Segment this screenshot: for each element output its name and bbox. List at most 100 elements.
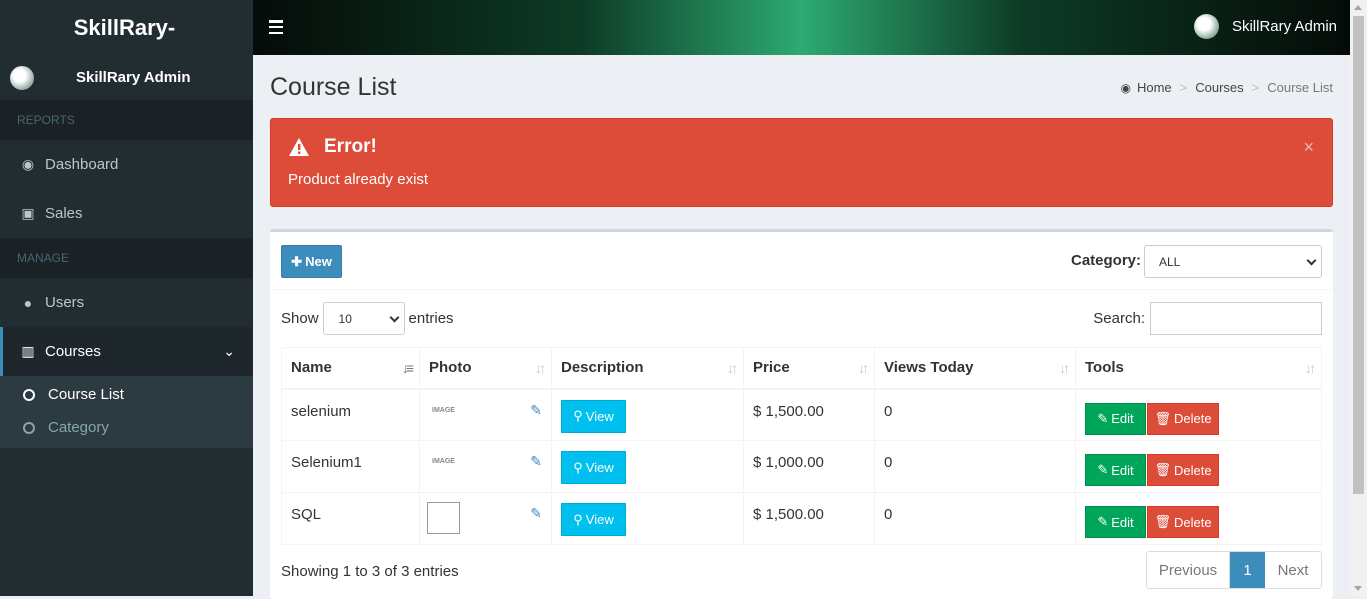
sort-icon: ↓↑	[727, 360, 738, 376]
app-logo[interactable]: SkillRary-	[0, 0, 253, 55]
breadcrumb-separator: >	[1179, 80, 1188, 95]
sidebar-subitem-category[interactable]: Category	[0, 411, 253, 444]
sort-icon: ↓↑	[858, 360, 869, 376]
chevron-down-icon	[1306, 255, 1317, 266]
breadcrumb-courses[interactable]: Courses	[1195, 80, 1243, 95]
main-content: Course List ◉ Home > Courses > Course Li…	[253, 55, 1350, 599]
sidebar-subitem-label: Category	[48, 419, 109, 436]
courses-submenu: Course List Category	[0, 376, 253, 448]
top-user-name: SkillRary Admin	[1231, 18, 1337, 35]
course-table: Name ↓≡ Photo ↓↑ Description ↓↑ Price ↓↑ Vie…	[281, 347, 1322, 545]
cell-views: 0	[874, 492, 1076, 545]
next-button[interactable]: Next	[1265, 552, 1321, 588]
view-button[interactable]: ⚲ View	[561, 503, 626, 536]
new-course-button[interactable]: ✚ New	[281, 245, 342, 278]
sort-asc-icon: ↓≡	[401, 360, 414, 376]
search-label: Search:	[1093, 310, 1145, 327]
sidebar-item-label: Users	[45, 294, 85, 311]
cell-tools: ✎ Edit 🗑 Delete	[1075, 440, 1322, 493]
barcode-icon: ▥	[21, 343, 35, 359]
warning-icon	[289, 138, 309, 156]
edit-photo-icon[interactable]: ✎	[530, 453, 542, 470]
page-1-button[interactable]: 1	[1230, 552, 1265, 588]
cell-photo: IMAGE ✎	[419, 440, 552, 493]
table-row: SQL ✎ ⚲ View $ 1,500.00 0 ✎ Edit 🗑 Delete	[281, 492, 1322, 545]
alert-title-row: Error!	[288, 136, 377, 158]
column-header-views[interactable]: Views Today ↓↑	[874, 347, 1076, 390]
sidebar-item-dashboard[interactable]: ◉ Dashboard	[0, 140, 253, 189]
circle-icon	[23, 388, 35, 401]
cell-views: 0	[874, 388, 1076, 441]
breadcrumb-current: Course List	[1267, 80, 1333, 95]
sidebar-item-users[interactable]: ● Users	[0, 278, 253, 327]
edit-button[interactable]: ✎ Edit	[1085, 402, 1146, 435]
trash-icon: 🗑	[1154, 514, 1171, 529]
edit-photo-icon[interactable]: ✎	[530, 402, 542, 419]
search-input[interactable]	[1150, 302, 1322, 335]
chevron-down-icon: ⌄	[223, 343, 235, 359]
top-user-menu[interactable]: SkillRary Admin	[1193, 14, 1337, 39]
scrollbar-thumb[interactable]	[1353, 16, 1364, 494]
cell-views: 0	[874, 440, 1076, 493]
cell-photo: ✎	[419, 492, 552, 545]
money-icon: ▣	[21, 205, 35, 221]
table-search: Search:	[1093, 302, 1322, 335]
category-select-value: ALL	[1159, 254, 1181, 269]
sidebar-item-label: Dashboard	[45, 156, 119, 173]
sidebar-subitem-label: Course List	[48, 386, 124, 403]
dashboard-icon: ◉	[1120, 80, 1131, 95]
alert-title: Error!	[324, 136, 377, 157]
column-header-photo[interactable]: Photo ↓↑	[419, 347, 552, 390]
column-header-tools[interactable]: Tools ↓↑	[1075, 347, 1322, 390]
course-table-box: ✚ New Category: ALL Show 10 entries Sear…	[270, 229, 1333, 599]
sidebar-item-courses[interactable]: ▥ Courses ⌄	[0, 327, 253, 376]
close-icon[interactable]: ×	[1303, 137, 1314, 158]
cell-name: selenium	[281, 388, 420, 441]
sidebar-item-sales[interactable]: ▣ Sales	[0, 189, 253, 238]
course-image: IMAGE	[432, 406, 455, 414]
new-button-label: New	[305, 254, 332, 269]
cell-price: $ 1,000.00	[743, 440, 875, 493]
menu-toggle-icon[interactable]	[269, 20, 283, 34]
scroll-down-icon[interactable]	[1354, 586, 1362, 591]
page-scrollbar[interactable]	[1350, 0, 1367, 596]
column-header-description[interactable]: Description ↓↑	[551, 347, 744, 390]
cell-tools: ✎ Edit 🗑 Delete	[1075, 388, 1322, 441]
previous-button[interactable]: Previous	[1147, 552, 1230, 588]
cell-price: $ 1,500.00	[743, 492, 875, 545]
trash-icon: 🗑	[1154, 462, 1171, 477]
scroll-up-icon[interactable]	[1354, 5, 1362, 10]
edit-photo-icon[interactable]: ✎	[530, 505, 542, 522]
cell-tools: ✎ Edit 🗑 Delete	[1075, 492, 1322, 545]
view-button[interactable]: ⚲ View	[561, 451, 626, 484]
alert-message: Product already exist	[288, 171, 429, 188]
entries-select[interactable]: 10	[322, 302, 405, 335]
column-header-name[interactable]: Name ↓≡	[281, 347, 420, 390]
cell-description: ⚲ View	[551, 492, 744, 545]
user-avatar	[1193, 14, 1219, 39]
cell-price: $ 1,500.00	[743, 388, 875, 441]
pagination: Previous 1 Next	[1146, 551, 1322, 589]
edit-button[interactable]: ✎ Edit	[1085, 506, 1146, 538]
breadcrumb-home[interactable]: Home	[1137, 80, 1172, 95]
column-header-price[interactable]: Price ↓↑	[743, 347, 875, 390]
cell-description: ⚲ View	[551, 440, 744, 493]
view-button[interactable]: ⚲ View	[561, 399, 626, 433]
delete-button[interactable]: 🗑 Delete	[1147, 506, 1219, 538]
chevron-down-icon	[389, 312, 399, 323]
sidebar-user-panel: SkillRary Admin	[0, 55, 253, 100]
edit-button[interactable]: ✎ Edit	[1085, 454, 1146, 486]
entries-label: entries	[408, 310, 454, 327]
section-header-reports: REPORTS	[0, 100, 253, 140]
entries-length-control: Show 10 entries	[281, 302, 454, 335]
broken-image-icon	[427, 502, 460, 534]
section-header-manage: MANAGE	[0, 238, 253, 278]
category-select[interactable]: ALL	[1144, 245, 1322, 278]
sidebar-subitem-course-list[interactable]: Course List	[0, 378, 253, 411]
trash-icon: 🗑	[1154, 410, 1171, 426]
delete-button[interactable]: 🗑 Delete	[1147, 454, 1219, 486]
show-label: Show	[281, 310, 319, 327]
delete-button[interactable]: 🗑 Delete	[1147, 402, 1219, 435]
circle-icon	[23, 421, 35, 434]
search-icon: ⚲	[573, 511, 583, 527]
